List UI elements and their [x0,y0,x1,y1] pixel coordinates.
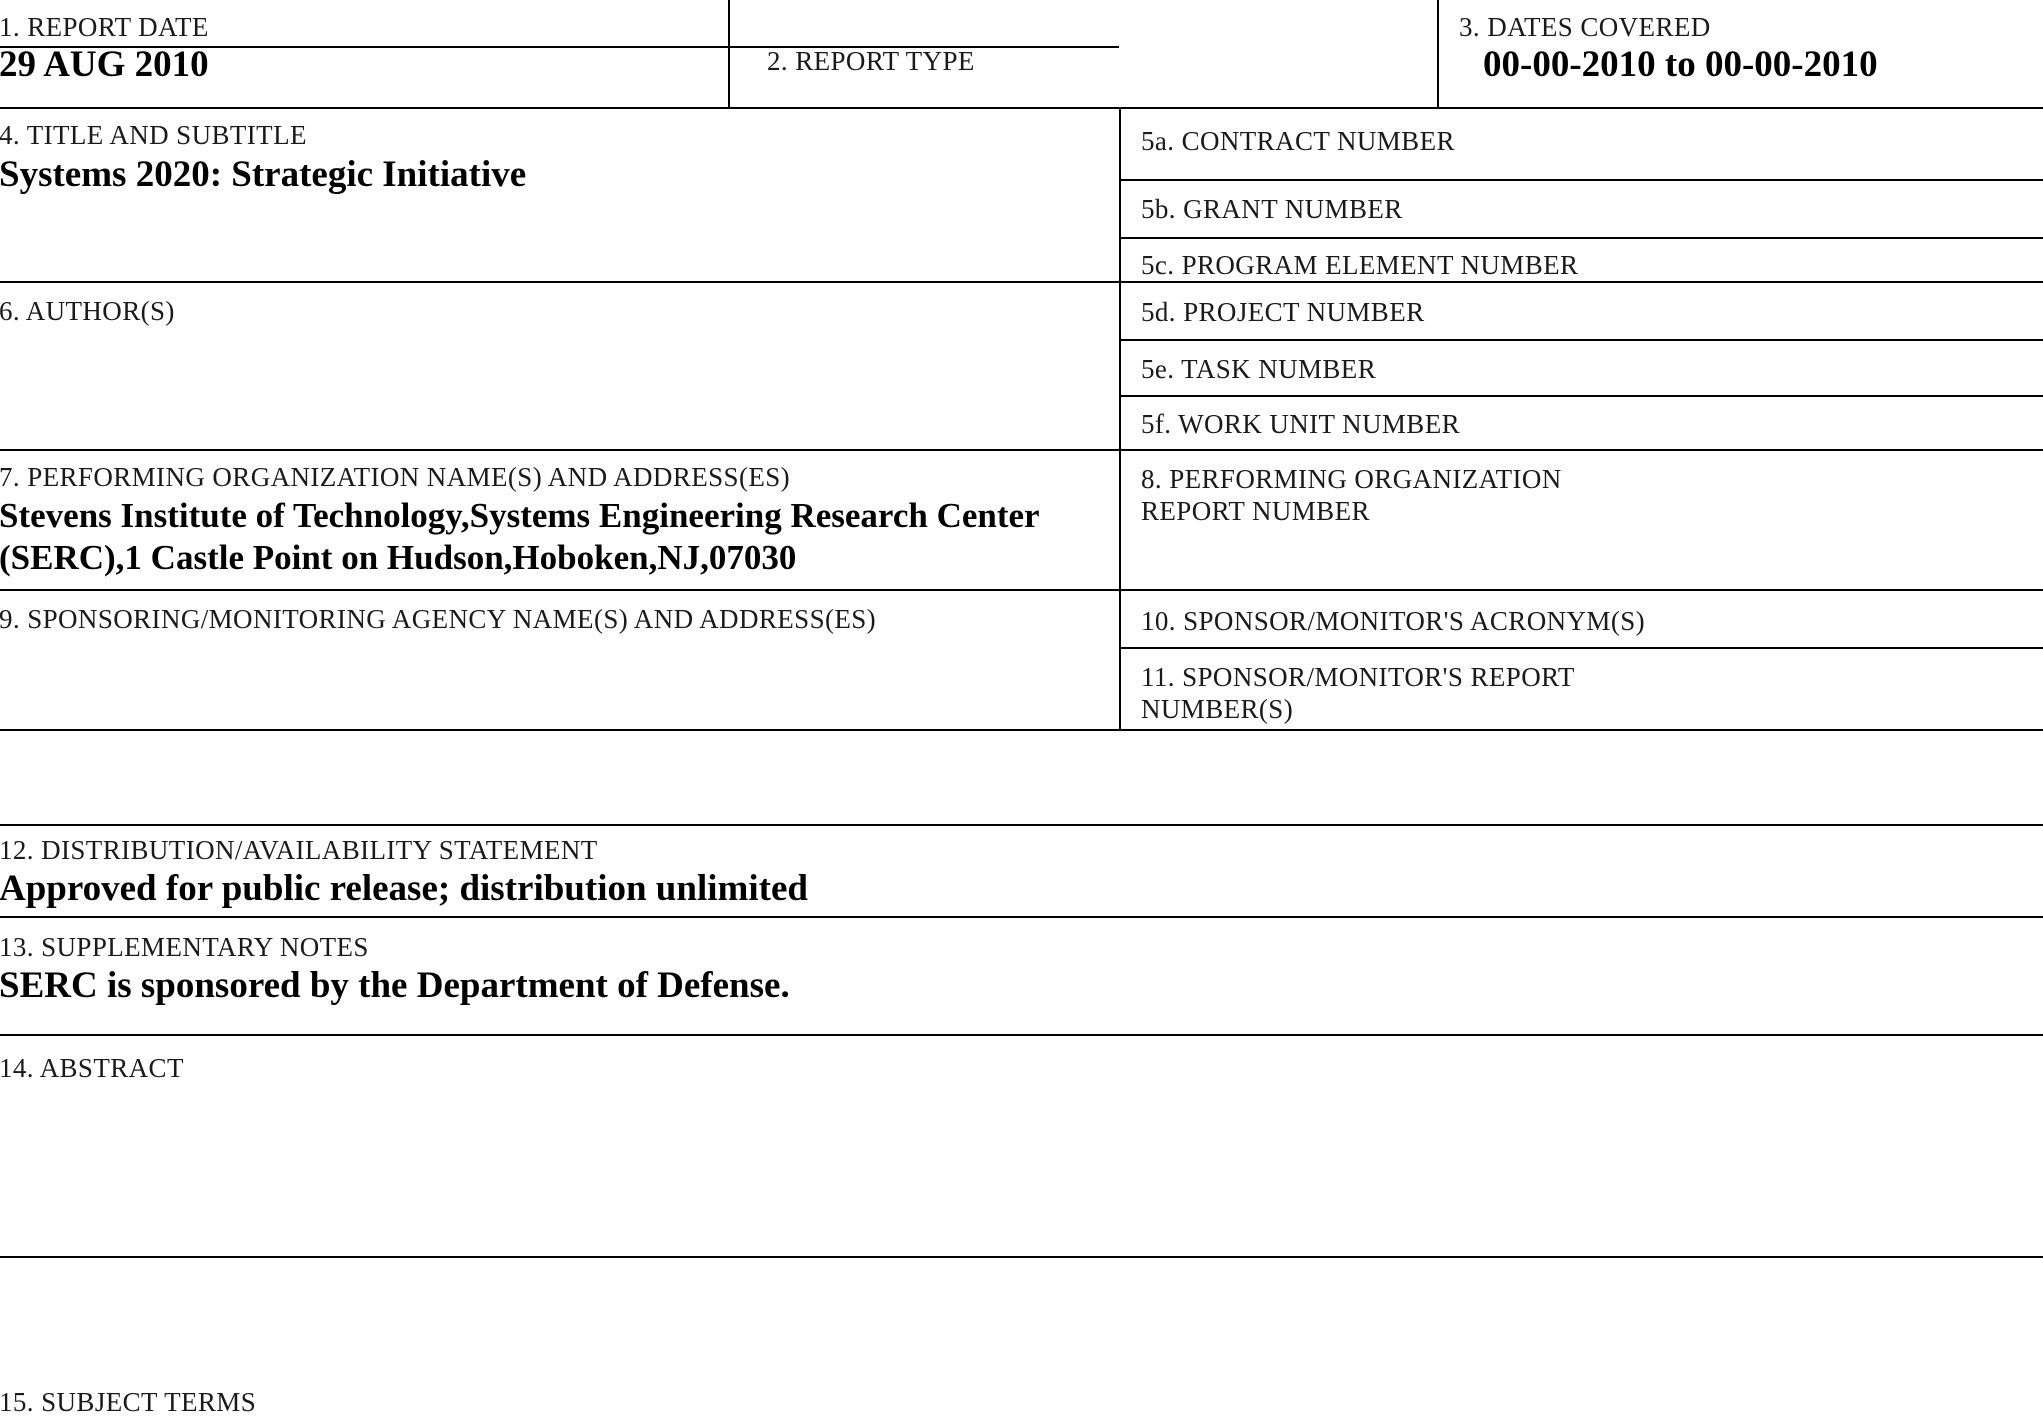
performing-organization-value-line2: (SERC),1 Castle Point on Hudson,Hoboken,… [0,538,797,577]
field-contract-number: 5a. CONTRACT NUMBER [1127,109,2043,177]
field-sponsor-report-number: 11. SPONSOR/MONITOR'S REPORT NUMBER(S) [1127,649,2043,727]
field-subject-terms: 15. SUBJECT TERMS [0,1258,2043,1420]
field-supplementary-notes: 13. SUPPLEMENTARY NOTES SERC is sponsore… [0,918,2043,1032]
field-project-number: 5d. PROJECT NUMBER [1127,283,2043,337]
dates-covered-value: 00-00-2010 to 00-00-2010 [1483,44,1878,85]
task-number-label: 5e. TASK NUMBER [1141,354,1377,384]
performing-org-report-number-label-line2: REPORT NUMBER [1141,496,1370,526]
field-work-unit-number: 5f. WORK UNIT NUMBER [1127,397,2043,447]
distribution-statement-label: 12. DISTRIBUTION/AVAILABILITY STATEMENT [0,835,598,865]
abstract-label: 14. ABSTRACT [0,1053,184,1083]
rule-v-block1011 [1119,589,1121,729]
sponsor-report-number-label-line1: 11. SPONSOR/MONITOR'S REPORT [1141,662,1575,692]
field-authors: 6. AUTHOR(S) [0,283,1115,447]
rule-v-report-type [728,0,730,107]
report-date-label: 1. REPORT DATE [0,12,209,42]
field-task-number: 5e. TASK NUMBER [1127,341,2043,393]
sf298-report-documentation-page: 1. REPORT DATE 29 AUG 2010 2. REPORT TYP… [0,0,2043,1420]
rule-v-block8 [1119,449,1121,589]
distribution-statement-value: Approved for public release; distributio… [0,868,808,909]
field-title-and-subtitle: 4. TITLE AND SUBTITLE Systems 2020: Stra… [0,109,1115,279]
performing-organization-label: 7. PERFORMING ORGANIZATION NAME(S) AND A… [0,462,791,492]
sponsoring-agency-label: 9. SPONSORING/MONITORING AGENCY NAME(S) … [0,604,877,634]
field-grant-number: 5b. GRANT NUMBER [1127,181,2043,235]
field-performing-organization: 7. PERFORMING ORGANIZATION NAME(S) AND A… [0,451,1115,587]
grant-number-label: 5b. GRANT NUMBER [1141,194,1403,224]
supplementary-notes-value: SERC is sponsored by the Department of D… [0,965,790,1006]
rule-sponsor-bottom [0,729,2043,731]
field-sponsor-acronym: 10. SPONSOR/MONITOR'S ACRONYM(S) [1127,591,2043,645]
field-report-type: 2. REPORT TYPE [735,3,1425,107]
field-dates-covered: 3. DATES COVERED 00-00-2010 to 00-00-201… [1445,3,2043,107]
program-element-number-label: 5c. PROGRAM ELEMENT NUMBER [1141,250,1579,279]
project-number-label: 5d. PROJECT NUMBER [1141,297,1425,327]
field-sponsoring-agency: 9. SPONSORING/MONITORING AGENCY NAME(S) … [0,591,1115,727]
field-program-element-number: 5c. PROGRAM ELEMENT NUMBER [1127,239,2043,279]
field-performing-org-report-number: 8. PERFORMING ORGANIZATION REPORT NUMBER [1127,451,2043,587]
dates-covered-label: 3. DATES COVERED [1459,12,1711,42]
field-distribution-statement: 12. DISTRIBUTION/AVAILABILITY STATEMENT … [0,826,2043,914]
contract-number-label: 5a. CONTRACT NUMBER [1141,126,1455,156]
supplementary-notes-label: 13. SUPPLEMENTARY NOTES [0,932,369,962]
title-and-subtitle-label: 4. TITLE AND SUBTITLE [0,120,307,150]
authors-label: 6. AUTHOR(S) [0,296,175,326]
field-report-date: 1. REPORT DATE 29 AUG 2010 [0,3,722,107]
report-date-value: 29 AUG 2010 [0,44,209,85]
rule-v-dates-covered [1437,0,1439,107]
work-unit-number-label: 5f. WORK UNIT NUMBER [1141,409,1461,439]
sponsor-acronym-label: 10. SPONSOR/MONITOR'S ACRONYM(S) [1141,606,1646,636]
report-type-label: 2. REPORT TYPE [767,46,975,76]
title-and-subtitle-value: Systems 2020: Strategic Initiative [0,154,527,195]
subject-terms-label: 15. SUBJECT TERMS [0,1387,257,1417]
rule-v-block5 [1119,107,1121,449]
performing-org-report-number-label-line1: 8. PERFORMING ORGANIZATION [1141,464,1562,494]
sponsor-report-number-label-line2: NUMBER(S) [1141,694,1294,724]
field-abstract: 14. ABSTRACT [0,1036,2043,1254]
performing-organization-value-line1: Stevens Institute of Technology,Systems … [0,496,1040,535]
